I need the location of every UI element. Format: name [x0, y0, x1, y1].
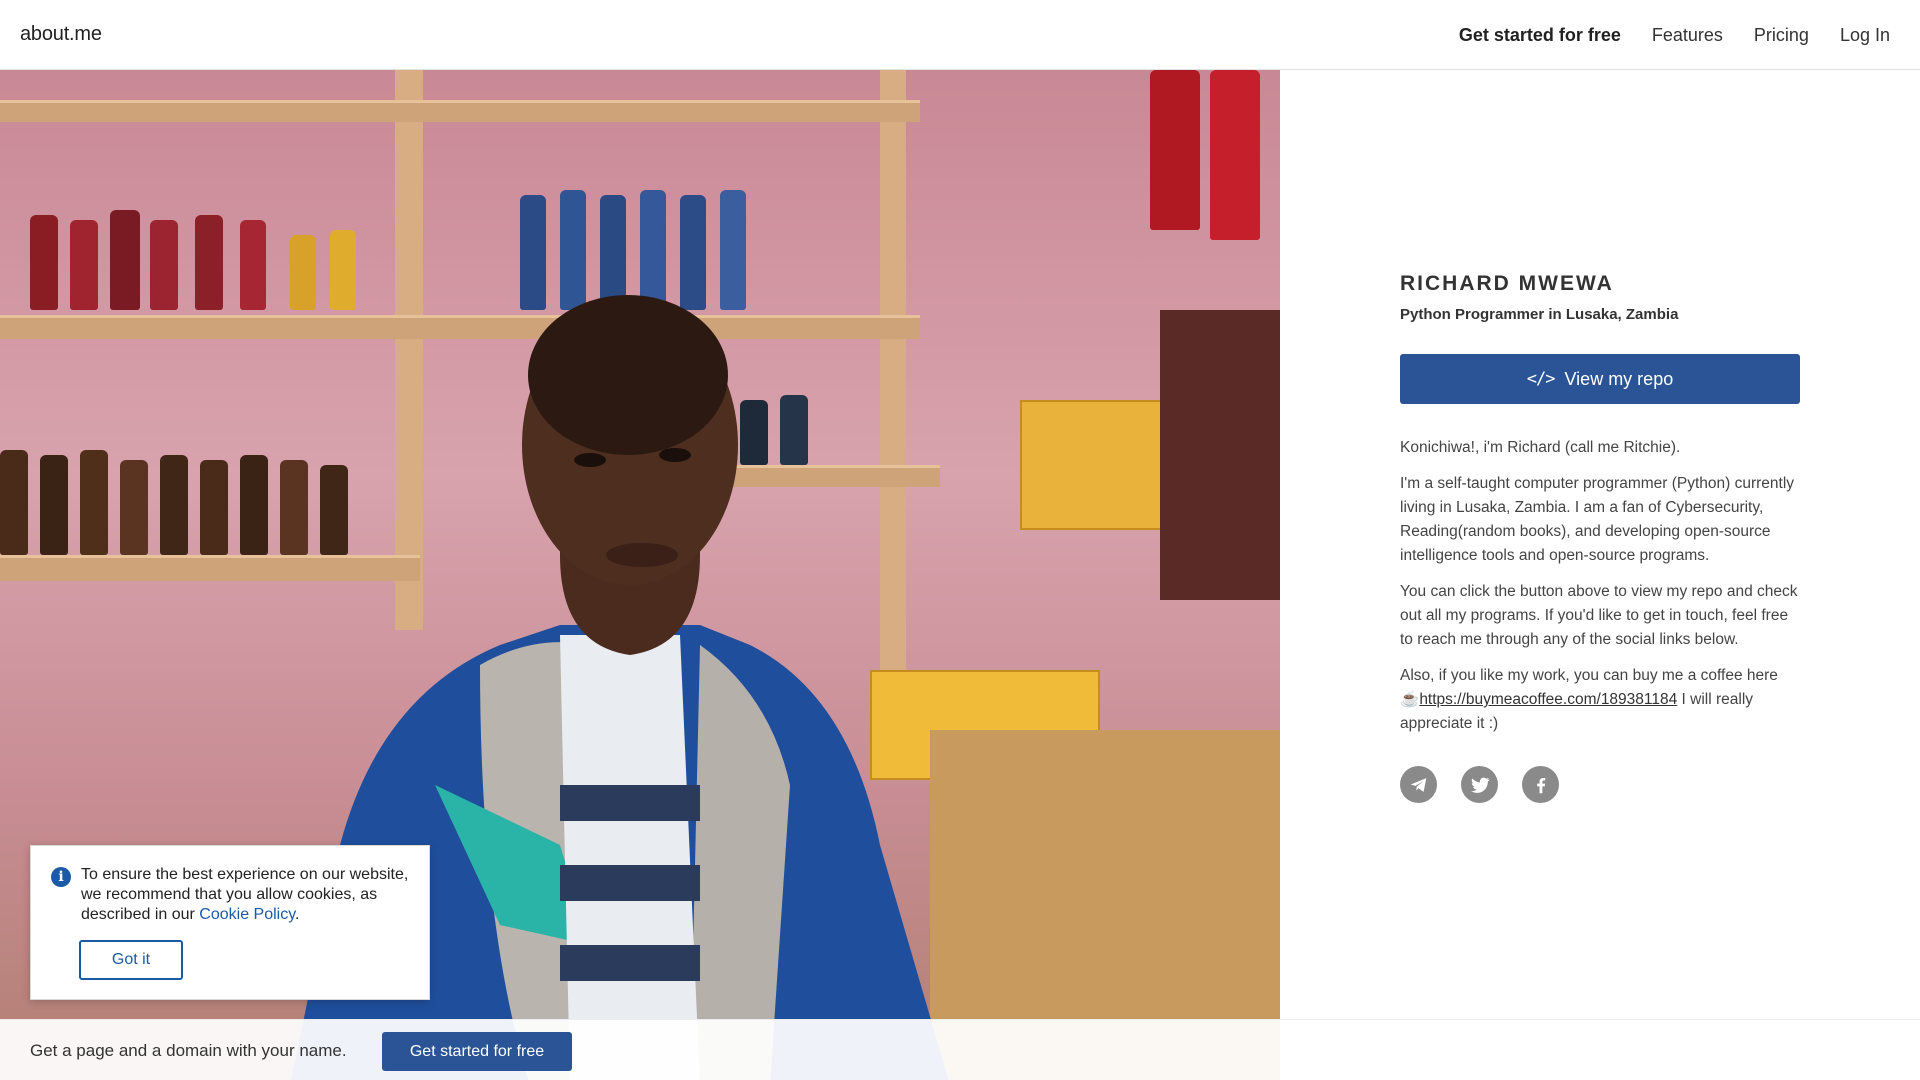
bio-paragraph: You can click the button above to view m… — [1400, 583, 1798, 648]
coffee-link[interactable]: https://buymeacoffee.com/189381184 — [1419, 691, 1677, 708]
profile-name: RICHARD MWEWA — [1400, 272, 1614, 295]
telegram-icon[interactable] — [1400, 766, 1437, 803]
code-icon: </> — [1526, 369, 1556, 389]
view-repo-button[interactable]: </> View my repo — [1400, 354, 1800, 404]
twitter-icon[interactable] — [1461, 766, 1498, 803]
profile-panel: RICHARD MWEWA Python Programmer in Lusak… — [1400, 272, 1800, 803]
facebook-icon[interactable] — [1522, 766, 1559, 803]
cookie-banner: i To ensure the best experience on our w… — [30, 845, 430, 1000]
nav-pricing-link[interactable]: Pricing — [1754, 25, 1809, 46]
nav-get-started-link[interactable]: Get started for free — [1459, 25, 1621, 46]
signup-bar-text: Get a page and a domain with your name. — [30, 1041, 347, 1060]
nav-login-link[interactable]: Log In — [1840, 25, 1890, 46]
signup-bar: Get a page and a domain with your name. … — [0, 1019, 1920, 1080]
cookie-text: To ensure the best experience on our web… — [81, 865, 416, 925]
top-bar: about.me Get started for free Features P… — [0, 0, 1920, 70]
bio-paragraph: I'm a self-taught computer programmer (P… — [1400, 475, 1795, 564]
main-nav: Get started for free Features Pricing Lo… — [1428, 0, 1890, 70]
nav-features-link[interactable]: Features — [1652, 25, 1723, 46]
bio-paragraph: Also, if you like my work, you can buy m… — [1400, 664, 1800, 736]
signup-bar-cta-button[interactable]: Get started for free — [382, 1032, 572, 1071]
view-repo-label: View my repo — [1564, 368, 1674, 389]
cookie-accept-button[interactable]: Got it — [79, 940, 183, 980]
cookie-policy-link[interactable]: Cookie Policy — [199, 906, 295, 923]
social-links — [1400, 766, 1800, 803]
bio-paragraph: Konichiwa!, i'm Richard (call me Ritchie… — [1400, 439, 1681, 456]
info-icon: i — [51, 867, 71, 887]
cookie-message-end: . — [295, 906, 300, 923]
bio: Konichiwa!, i'm Richard (call me Ritchie… — [1400, 436, 1800, 736]
logo[interactable]: about.me — [20, 23, 102, 46]
profile-headline: Python Programmer in Lusaka, Zambia — [1400, 306, 1679, 323]
